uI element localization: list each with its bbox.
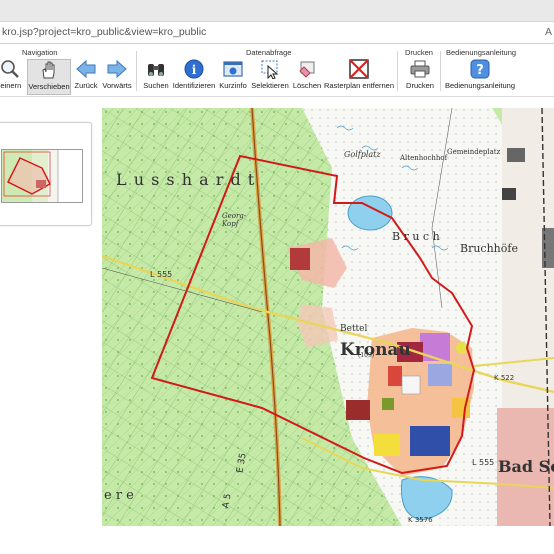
identify-label: Identifizieren bbox=[172, 81, 216, 90]
reader-view-icon[interactable]: A bbox=[545, 26, 552, 38]
pan-button[interactable]: Verschieben bbox=[27, 59, 71, 95]
overview-map-panel[interactable] bbox=[0, 122, 92, 226]
map-label-golfplatz: Golfplatz bbox=[344, 150, 381, 159]
print-label: Drucken bbox=[406, 81, 434, 90]
zoom-out-label: leinern bbox=[0, 81, 22, 90]
back-button[interactable]: Zurück bbox=[72, 59, 100, 95]
print-button[interactable]: Drucken bbox=[403, 59, 437, 95]
map-label-l555-north: L 555 bbox=[150, 270, 173, 279]
overview-map-graphic bbox=[2, 150, 82, 202]
map-label-althochhof: Altenhochhof bbox=[400, 154, 448, 162]
arrow-right-icon bbox=[107, 59, 127, 79]
overview-map-thumbnail[interactable] bbox=[1, 149, 83, 203]
map-label-ere: e r e bbox=[104, 488, 134, 503]
select-cursor-icon bbox=[261, 60, 279, 79]
arrow-left-icon bbox=[76, 59, 96, 79]
help-label: Bedienungsanleitung bbox=[444, 81, 516, 90]
map-label-bettel: Bettel bbox=[340, 324, 368, 334]
toolbar-separator bbox=[136, 51, 137, 91]
identify-button[interactable]: i Identifizieren bbox=[172, 59, 216, 95]
remove-raster-plan-button[interactable]: Rasterplan entfernen bbox=[323, 59, 395, 95]
address-url[interactable]: kro.jsp?project=kro_public&view=kro_publ… bbox=[2, 26, 206, 38]
binoculars-icon bbox=[148, 64, 164, 76]
map-label-k3576: K 3576 bbox=[408, 516, 433, 524]
group-label-bedienungsanleitung: Bedienungsanleitung bbox=[446, 48, 517, 57]
printer-icon bbox=[410, 60, 430, 78]
map-label-elevation: (109) bbox=[358, 352, 375, 359]
back-label: Zurück bbox=[74, 81, 98, 90]
browser-tab-strip bbox=[0, 0, 554, 22]
map-label-bruchhoefe: Bruchhöfe bbox=[460, 242, 518, 255]
search-label: Suchen bbox=[143, 81, 169, 90]
info-window-icon bbox=[223, 61, 243, 77]
svg-text:?: ? bbox=[476, 63, 484, 78]
delete-label: Löschen bbox=[292, 81, 322, 90]
address-bar[interactable]: kro.jsp?project=kro_public&view=kro_publ… bbox=[0, 22, 554, 44]
map-label-gemeindeplatz: Gemeindeplatz bbox=[447, 148, 501, 156]
forward-button[interactable]: Vorwärts bbox=[101, 59, 133, 95]
search-button[interactable]: Suchen bbox=[142, 59, 170, 95]
quickinfo-button[interactable]: Kurzinfo bbox=[218, 59, 248, 95]
map-label-lusshardt: L u s s h a r d t bbox=[116, 170, 256, 189]
map-label-bad-schoenborn: Bad Sch bbox=[498, 457, 554, 476]
toolbar-separator bbox=[440, 51, 441, 91]
help-icon: ? bbox=[470, 59, 490, 79]
magnifier-icon bbox=[1, 60, 19, 78]
pan-label: Verschieben bbox=[28, 82, 70, 91]
group-label-drucken: Drucken bbox=[405, 48, 433, 57]
forward-label: Vorwärts bbox=[102, 81, 132, 90]
group-label-datenabfrage: Datenabfrage bbox=[246, 48, 292, 57]
quickinfo-label: Kurzinfo bbox=[219, 81, 247, 90]
map-canvas[interactable]: L u s s h a r d t Kronau Bad Sch B r u c… bbox=[102, 108, 554, 526]
eraser-icon bbox=[299, 61, 315, 78]
toolbar-separator bbox=[397, 51, 398, 91]
map-label-bruch: B r u c h bbox=[392, 230, 440, 243]
svg-text:i: i bbox=[192, 63, 197, 77]
select-label: Selektieren bbox=[251, 81, 289, 90]
zoom-out-button[interactable]: leinern bbox=[0, 59, 24, 95]
delete-button[interactable]: Löschen bbox=[292, 59, 322, 95]
select-button[interactable]: Selektieren bbox=[250, 59, 290, 95]
help-button[interactable]: ? Bedienungsanleitung bbox=[444, 59, 516, 95]
remove-raster-plan-label: Rasterplan entfernen bbox=[323, 81, 395, 90]
map-label-k522: K 522 bbox=[494, 374, 515, 382]
map-label-kronau: Kronau bbox=[340, 340, 411, 360]
map-toolbar: Navigation Datenabfrage Drucken Bedienun… bbox=[0, 45, 554, 97]
map-label-georg-kopf: Georg- Kopf bbox=[222, 212, 247, 228]
map-label-l555-south: L 555 bbox=[472, 458, 495, 467]
group-label-navigation: Navigation bbox=[22, 48, 58, 57]
raster-remove-icon bbox=[349, 59, 369, 79]
info-icon: i bbox=[184, 59, 204, 79]
hand-icon bbox=[42, 61, 55, 79]
